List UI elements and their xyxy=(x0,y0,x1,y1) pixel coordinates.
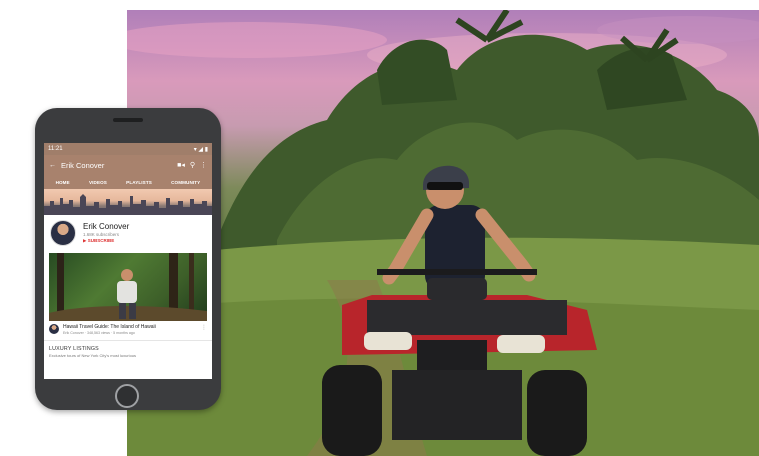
section-divider xyxy=(44,340,212,341)
jungle-hiker-image xyxy=(49,253,207,321)
tab-videos[interactable]: VIDEOS xyxy=(89,180,107,185)
city-skyline-image xyxy=(44,194,212,215)
tab-home[interactable]: HOME xyxy=(56,180,70,185)
phone-screen: 11:21 ▾ ◢ ▮ ← Erik Conover ■◂ ⚲ ⋮ HOME V… xyxy=(44,143,212,379)
video-channel-avatar[interactable] xyxy=(49,324,59,334)
tab-playlists[interactable]: PLAYLISTS xyxy=(126,180,152,185)
video-thumbnail[interactable] xyxy=(49,253,207,321)
channel-header: Erik Conover 1.68K subscribers ▶ SUBSCRI… xyxy=(44,215,212,251)
play-icon: ▶ xyxy=(83,238,87,243)
video-stats: Erik Conover · 348,563 views · 5 months … xyxy=(63,331,135,335)
more-vertical-icon[interactable]: ⋮ xyxy=(201,324,207,331)
atv-scene-illustration xyxy=(127,10,759,456)
channel-avatar[interactable] xyxy=(50,220,76,246)
video-title[interactable]: Hawaii Travel Guide: The Island of Hawai… xyxy=(63,324,197,330)
arrow-left-icon[interactable]: ← xyxy=(49,162,56,169)
channel-banner xyxy=(44,189,212,215)
subscribe-label: SUBSCRIBE xyxy=(87,238,115,243)
status-time: 11:21 xyxy=(48,146,63,152)
section-subtitle: Exclusive tours of New York City's most … xyxy=(49,353,137,358)
subscribe-button[interactable]: ▶ SUBSCRIBE xyxy=(83,238,129,244)
phone-speaker xyxy=(113,118,143,122)
status-icons: ▾ ◢ ▮ xyxy=(193,146,208,153)
channel-name: Erik Conover xyxy=(83,222,130,231)
status-bar: 11:21 ▾ ◢ ▮ xyxy=(44,143,212,155)
phone-home-button[interactable] xyxy=(115,384,139,408)
video-text: Hawaii Travel Guide: The Island of Hawai… xyxy=(63,324,197,335)
channel-tabs: HOME VIDEOS PLAYLISTS COMMUNITY xyxy=(44,175,212,189)
app-bar: ← Erik Conover ■◂ ⚲ ⋮ xyxy=(44,155,212,175)
channel-info: Erik Conover 1.68K subscribers ▶ SUBSCRI… xyxy=(83,222,129,244)
subscriber-count: 1.68K subscribers xyxy=(83,232,120,237)
video-meta: Hawaii Travel Guide: The Island of Hawai… xyxy=(44,321,212,338)
more-vertical-icon[interactable]: ⋮ xyxy=(200,161,207,169)
video-camera-icon[interactable]: ■◂ xyxy=(177,161,185,169)
phone-mockup: 11:21 ▾ ◢ ▮ ← Erik Conover ■◂ ⚲ ⋮ HOME V… xyxy=(35,108,221,410)
app-bar-title: Erik Conover xyxy=(61,160,105,170)
tab-community[interactable]: COMMUNITY xyxy=(171,180,200,185)
atv-rider-photo xyxy=(127,10,759,456)
section-title: LUXURY LISTINGS xyxy=(49,346,99,352)
search-icon[interactable]: ⚲ xyxy=(190,161,195,169)
